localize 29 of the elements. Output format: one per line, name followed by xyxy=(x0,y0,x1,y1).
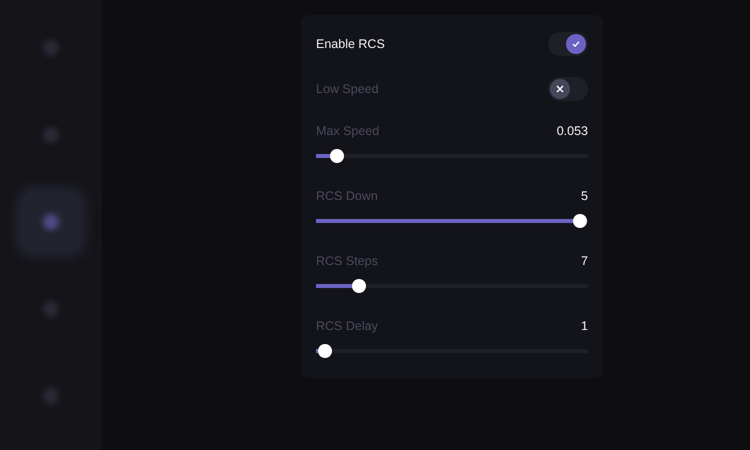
blurred-icon xyxy=(43,127,59,143)
slider-track[interactable] xyxy=(316,279,588,293)
slider-thumb[interactable] xyxy=(352,279,366,293)
setting-label: RCS Steps xyxy=(316,253,378,269)
slider-thumb[interactable] xyxy=(318,344,332,358)
setting-label: Low Speed xyxy=(316,82,379,96)
setting-label: Max Speed xyxy=(316,123,380,139)
setting-value: 7 xyxy=(581,253,588,269)
setting-value: 0.053 xyxy=(556,123,588,139)
setting-label: RCS Down xyxy=(316,188,378,204)
setting-value: 5 xyxy=(581,188,588,204)
blurred-icon xyxy=(43,388,59,404)
close-icon xyxy=(555,84,565,94)
slider-fill xyxy=(316,284,352,288)
slider-track[interactable] xyxy=(316,149,588,163)
setting-value: 1 xyxy=(581,318,588,334)
blurred-icon xyxy=(43,214,59,230)
check-icon xyxy=(571,39,581,49)
slider-track[interactable] xyxy=(316,344,588,358)
blurred-icon xyxy=(43,40,59,56)
slider-track[interactable] xyxy=(316,214,588,228)
setting-label: RCS Delay xyxy=(316,318,378,334)
toggle-switch[interactable] xyxy=(548,77,588,101)
setting-label: Enable RCS xyxy=(316,37,385,51)
slider-thumb[interactable] xyxy=(330,149,344,163)
slider-fill xyxy=(316,154,330,158)
toggle-switch[interactable] xyxy=(548,32,588,56)
blurred-icon xyxy=(43,301,59,317)
slider-thumb[interactable] xyxy=(572,214,587,228)
